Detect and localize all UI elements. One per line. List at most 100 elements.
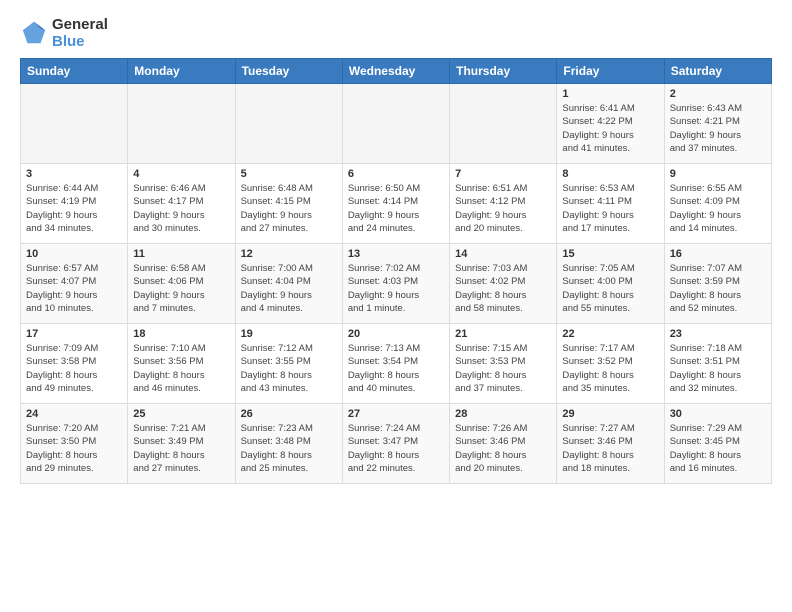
calendar-day-cell: 15 Sunrise: 7:05 AMSunset: 4:00 PMDayligh… [557,244,664,324]
calendar-day-cell: 30Sunrise: 7:29 AMSunset: 3:45 PMDayligh… [664,404,771,484]
day-info: Sunrise: 7:18 AMSunset: 3:51 PMDaylight:… [670,342,766,395]
calendar-body: 1 Sunrise: 6:41 AMSunset: 4:22 PMDaylight… [21,84,772,484]
logo: General Blue [20,16,108,50]
day-number: 30 [670,408,766,420]
day-info: Sunrise: 7:20 AMSunset: 3:50 PMDaylight:… [26,422,122,475]
calendar-table: SundayMondayTuesdayWednesdayThursdayFrid… [20,58,772,484]
calendar-day-cell: 8Sunrise: 6:53 AMSunset: 4:11 PMDaylight… [557,164,664,244]
calendar-day-cell: 6 Sunrise: 6:50 AMSunset: 4:14 PMDaylight… [342,164,449,244]
calendar-day-cell: 26 Sunrise: 7:23 AMSunset: 3:48 PMDayligh… [235,404,342,484]
calendar-day-cell: 3 Sunrise: 6:44 AMSunset: 4:19 PMDaylight… [21,164,128,244]
day-info: Sunrise: 6:55 AMSunset: 4:09 PMDaylight:… [670,182,766,235]
day-info: Sunrise: 7:23 AMSunset: 3:48 PMDaylight:… [241,422,337,475]
day-info: Sunrise: 7:12 AMSunset: 3:55 PMDaylight:… [241,342,337,395]
day-info: Sunrise: 7:09 AMSunset: 3:58 PMDaylight:… [26,342,122,395]
day-info: Sunrise: 6:44 AMSunset: 4:19 PMDaylight:… [26,182,122,235]
day-number: 5 [241,168,337,180]
day-number: 6 [348,168,444,180]
day-number: 18 [133,328,229,340]
calendar-day-cell: 17 Sunrise: 7:09 AMSunset: 3:58 PMDayligh… [21,324,128,404]
day-number: 15 [562,248,658,260]
day-number: 29 [562,408,658,420]
day-info: Sunrise: 7:07 AMSunset: 3:59 PMDaylight:… [670,262,766,315]
day-number: 17 [26,328,122,340]
day-number: 16 [670,248,766,260]
day-number: 24 [26,408,122,420]
calendar-week-row: 17 Sunrise: 7:09 AMSunset: 3:58 PMDayligh… [21,324,772,404]
day-number: 2 [670,88,766,100]
day-number: 21 [455,328,551,340]
calendar-week-row: 10 Sunrise: 6:57 AMSunset: 4:07 PMDayligh… [21,244,772,324]
weekday-header-cell: Friday [557,59,664,84]
calendar-day-cell [235,84,342,164]
weekday-header-row: SundayMondayTuesdayWednesdayThursdayFrid… [21,59,772,84]
day-info: Sunrise: 6:53 AMSunset: 4:11 PMDaylight:… [562,182,658,235]
day-number: 11 [133,248,229,260]
calendar-week-row: 1 Sunrise: 6:41 AMSunset: 4:22 PMDaylight… [21,84,772,164]
day-info: Sunrise: 7:05 AMSunset: 4:00 PMDaylight:… [562,262,658,315]
day-info: Sunrise: 6:41 AMSunset: 4:22 PMDaylight:… [562,102,658,155]
day-info: Sunrise: 7:13 AMSunset: 3:54 PMDaylight:… [348,342,444,395]
calendar-day-cell: 27Sunrise: 7:24 AMSunset: 3:47 PMDayligh… [342,404,449,484]
calendar-day-cell: 2 Sunrise: 6:43 AMSunset: 4:21 PMDaylight… [664,84,771,164]
logo-text: General Blue [52,16,108,50]
weekday-header-cell: Sunday [21,59,128,84]
day-info: Sunrise: 7:17 AMSunset: 3:52 PMDaylight:… [562,342,658,395]
calendar-day-cell [128,84,235,164]
day-info: Sunrise: 6:50 AMSunset: 4:14 PMDaylight:… [348,182,444,235]
calendar-day-cell: 10 Sunrise: 6:57 AMSunset: 4:07 PMDayligh… [21,244,128,324]
calendar-day-cell: 14Sunrise: 7:03 AMSunset: 4:02 PMDayligh… [450,244,557,324]
weekday-header-cell: Wednesday [342,59,449,84]
calendar-day-cell [21,84,128,164]
calendar-day-cell: 29Sunrise: 7:27 AMSunset: 3:46 PMDayligh… [557,404,664,484]
day-number: 26 [241,408,337,420]
day-info: Sunrise: 7:00 AMSunset: 4:04 PMDaylight:… [241,262,337,315]
calendar-day-cell: 16 Sunrise: 7:07 AMSunset: 3:59 PMDayligh… [664,244,771,324]
day-info: Sunrise: 7:10 AMSunset: 3:56 PMDaylight:… [133,342,229,395]
day-number: 28 [455,408,551,420]
day-number: 7 [455,168,551,180]
calendar-header: SundayMondayTuesdayWednesdayThursdayFrid… [21,59,772,84]
calendar-day-cell: 4Sunrise: 6:46 AMSunset: 4:17 PMDaylight… [128,164,235,244]
day-info: Sunrise: 6:51 AMSunset: 4:12 PMDaylight:… [455,182,551,235]
day-number: 25 [133,408,229,420]
day-number: 4 [133,168,229,180]
day-info: Sunrise: 7:15 AMSunset: 3:53 PMDaylight:… [455,342,551,395]
calendar-week-row: 24 Sunrise: 7:20 AMSunset: 3:50 PMDayligh… [21,404,772,484]
day-number: 19 [241,328,337,340]
day-info: Sunrise: 7:03 AMSunset: 4:02 PMDaylight:… [455,262,551,315]
calendar-day-cell [450,84,557,164]
calendar-day-cell: 13 Sunrise: 7:02 AMSunset: 4:03 PMDayligh… [342,244,449,324]
page: General Blue SundayMondayTuesdayWednesda… [0,0,792,612]
calendar-day-cell: 23 Sunrise: 7:18 AMSunset: 3:51 PMDayligh… [664,324,771,404]
calendar-day-cell: 25Sunrise: 7:21 AMSunset: 3:49 PMDayligh… [128,404,235,484]
calendar-day-cell: 20 Sunrise: 7:13 AMSunset: 3:54 PMDayligh… [342,324,449,404]
day-number: 9 [670,168,766,180]
day-info: Sunrise: 6:58 AMSunset: 4:06 PMDaylight:… [133,262,229,315]
day-number: 13 [348,248,444,260]
day-info: Sunrise: 7:26 AMSunset: 3:46 PMDaylight:… [455,422,551,475]
day-number: 3 [26,168,122,180]
calendar-day-cell: 22 Sunrise: 7:17 AMSunset: 3:52 PMDayligh… [557,324,664,404]
calendar-day-cell [342,84,449,164]
day-number: 10 [26,248,122,260]
day-number: 1 [562,88,658,100]
day-number: 22 [562,328,658,340]
calendar-day-cell: 1 Sunrise: 6:41 AMSunset: 4:22 PMDaylight… [557,84,664,164]
weekday-header-cell: Thursday [450,59,557,84]
day-info: Sunrise: 6:43 AMSunset: 4:21 PMDaylight:… [670,102,766,155]
calendar-week-row: 3 Sunrise: 6:44 AMSunset: 4:19 PMDaylight… [21,164,772,244]
weekday-header-cell: Saturday [664,59,771,84]
calendar-day-cell: 7 Sunrise: 6:51 AMSunset: 4:12 PMDaylight… [450,164,557,244]
calendar-day-cell: 11 Sunrise: 6:58 AMSunset: 4:06 PMDayligh… [128,244,235,324]
calendar-day-cell: 28 Sunrise: 7:26 AMSunset: 3:46 PMDayligh… [450,404,557,484]
day-number: 23 [670,328,766,340]
day-info: Sunrise: 6:57 AMSunset: 4:07 PMDaylight:… [26,262,122,315]
day-number: 20 [348,328,444,340]
calendar-day-cell: 21 Sunrise: 7:15 AMSunset: 3:53 PMDayligh… [450,324,557,404]
header: General Blue [20,16,772,50]
weekday-header-cell: Monday [128,59,235,84]
day-info: Sunrise: 7:02 AMSunset: 4:03 PMDaylight:… [348,262,444,315]
calendar-day-cell: 18 Sunrise: 7:10 AMSunset: 3:56 PMDayligh… [128,324,235,404]
calendar-day-cell: 19 Sunrise: 7:12 AMSunset: 3:55 PMDayligh… [235,324,342,404]
